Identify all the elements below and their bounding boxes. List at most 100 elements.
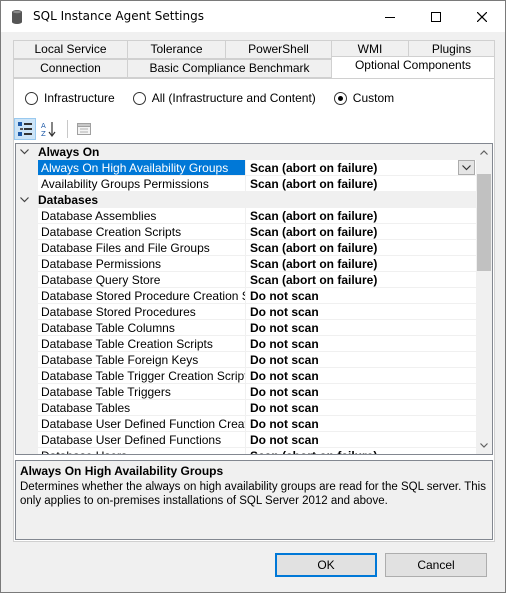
property-value-text: Do not scan [250,321,319,335]
value-dropdown-button[interactable] [458,160,475,175]
tab-tolerance[interactable]: Tolerance [127,40,226,59]
property-value[interactable]: Do not scan [246,304,477,320]
property-name[interactable]: Database Permissions [38,256,246,272]
property-row[interactable]: Database Permissions Scan (abort on failu… [16,256,477,272]
tab-basic-compliance-benchmark[interactable]: Basic Compliance Benchmark [127,59,332,78]
ok-button[interactable]: OK [275,553,377,577]
property-value-text: Do not scan [250,417,319,431]
radio-all[interactable]: All (Infrastructure and Content) [132,91,316,105]
property-value[interactable]: Scan (abort on failure) [246,448,477,454]
property-value[interactable]: Do not scan [246,288,477,304]
property-row[interactable]: Database Table Columns Do not scan [16,320,477,336]
radio-infrastructure[interactable]: Infrastructure [25,91,115,105]
cancel-button[interactable]: Cancel [385,553,487,577]
property-value[interactable]: Scan (abort on failure) [246,176,477,192]
property-row[interactable]: Database Table Foreign Keys Do not scan [16,352,477,368]
property-name[interactable]: Always On High Availability Groups [38,160,246,176]
category-label: Always On [38,145,100,159]
chevron-down-icon[interactable] [16,147,32,158]
scroll-up-button[interactable] [476,144,492,161]
property-value-text: Do not scan [250,369,319,383]
maximize-button[interactable] [413,1,459,32]
property-name[interactable]: Database Stored Procedure Creation Scrip… [38,288,246,304]
property-name[interactable]: Database Query Store [38,272,246,288]
description-panel: Always On High Availability Groups Deter… [15,460,493,540]
property-name[interactable]: Database Table Creation Scripts [38,336,246,352]
property-row[interactable]: Database Stored Procedures Do not scan [16,304,477,320]
property-name[interactable]: Database Users [38,448,246,454]
property-value-text: Do not scan [250,337,319,351]
svg-text:Z: Z [41,130,46,137]
property-value[interactable]: Do not scan [246,416,477,432]
chevron-down-icon[interactable] [16,195,32,206]
property-pages-button[interactable] [73,118,95,140]
property-name[interactable]: Database User Defined Function Creation … [38,416,246,432]
alphabetical-sort-button[interactable]: A Z [38,118,60,140]
categorized-view-button[interactable] [14,118,36,140]
property-value[interactable]: Scan (abort on failure) [246,208,477,224]
row-margin [16,400,38,416]
property-name[interactable]: Database Table Trigger Creation Scripts [38,368,246,384]
property-value[interactable]: Do not scan [246,336,477,352]
property-row[interactable]: Database Assemblies Scan (abort on failur… [16,208,477,224]
property-name[interactable]: Database Table Columns [38,320,246,336]
tab-connection[interactable]: Connection [13,59,128,78]
tab-powershell[interactable]: PowerShell [225,40,332,59]
radio-custom[interactable]: Custom [333,91,394,105]
property-name[interactable]: Database Stored Procedures [38,304,246,320]
property-row[interactable]: Database Tables Do not scan [16,400,477,416]
property-value[interactable]: Do not scan [246,384,477,400]
property-value-text: Do not scan [250,385,319,399]
category-row[interactable]: Always On [16,144,477,160]
alphabetical-sort-icon: A Z [41,122,56,137]
property-name[interactable]: Database User Defined Functions [38,432,246,448]
row-margin [16,368,38,384]
property-name[interactable]: Database Creation Scripts [38,224,246,240]
property-name[interactable]: Database Files and File Groups [38,240,246,256]
property-row[interactable]: Database Query Store Scan (abort on failu… [16,272,477,288]
scroll-down-button[interactable] [476,437,492,454]
property-row[interactable]: Database User Defined Function Creation … [16,416,477,432]
title-bar: SQL Instance Agent Settings [1,1,505,32]
property-row[interactable]: Database User Defined Functions Do not sc… [16,432,477,448]
property-value[interactable]: Do not scan [246,368,477,384]
row-margin [16,272,38,288]
tab-local-service[interactable]: Local Service [13,40,128,59]
scroll-thumb[interactable] [477,174,491,271]
minimize-button[interactable] [367,1,413,32]
row-margin [16,336,38,352]
property-value[interactable]: Scan (abort on failure) [246,272,477,288]
property-row[interactable]: Database Table Creation Scripts Do not sc… [16,336,477,352]
category-row[interactable]: Databases [16,192,477,208]
tab-optional-components[interactable]: Optional Components [331,56,495,78]
property-value[interactable]: Scan (abort on failure) [246,240,477,256]
property-row[interactable]: Database Table Trigger Creation Scripts D… [16,368,477,384]
row-margin [16,240,38,256]
property-value[interactable]: Do not scan [246,432,477,448]
property-row[interactable]: Availability Groups Permissions Scan (abo… [16,176,477,192]
radio-label: All (Infrastructure and Content) [151,91,316,105]
vertical-scrollbar[interactable] [476,144,492,454]
property-value[interactable]: Scan (abort on failure) [246,256,477,272]
svg-text:A: A [41,122,46,130]
property-name[interactable]: Database Assemblies [38,208,246,224]
property-name[interactable]: Database Table Triggers [38,384,246,400]
property-value[interactable]: Do not scan [246,352,477,368]
property-row[interactable]: Database Files and File Groups Scan (abor… [16,240,477,256]
property-name[interactable]: Database Tables [38,400,246,416]
property-value[interactable]: Do not scan [246,400,477,416]
property-value[interactable]: Do not scan [246,320,477,336]
property-row[interactable]: Database Users Scan (abort on failure) [16,448,477,454]
property-value-text: Do not scan [250,433,319,447]
property-row[interactable]: Always On High Availability Groups Scan (… [16,160,477,176]
property-row[interactable]: Database Creation Scripts Scan (abort on … [16,224,477,240]
close-button[interactable] [459,1,505,32]
property-name[interactable]: Database Table Foreign Keys [38,352,246,368]
property-value[interactable]: Scan (abort on failure) [246,224,477,240]
row-margin [16,160,38,176]
property-name[interactable]: Availability Groups Permissions [38,176,246,192]
categorized-view-icon [18,122,32,136]
property-row[interactable]: Database Stored Procedure Creation Scrip… [16,288,477,304]
property-row[interactable]: Database Table Triggers Do not scan [16,384,477,400]
property-value[interactable]: Scan (abort on failure) [246,160,477,176]
